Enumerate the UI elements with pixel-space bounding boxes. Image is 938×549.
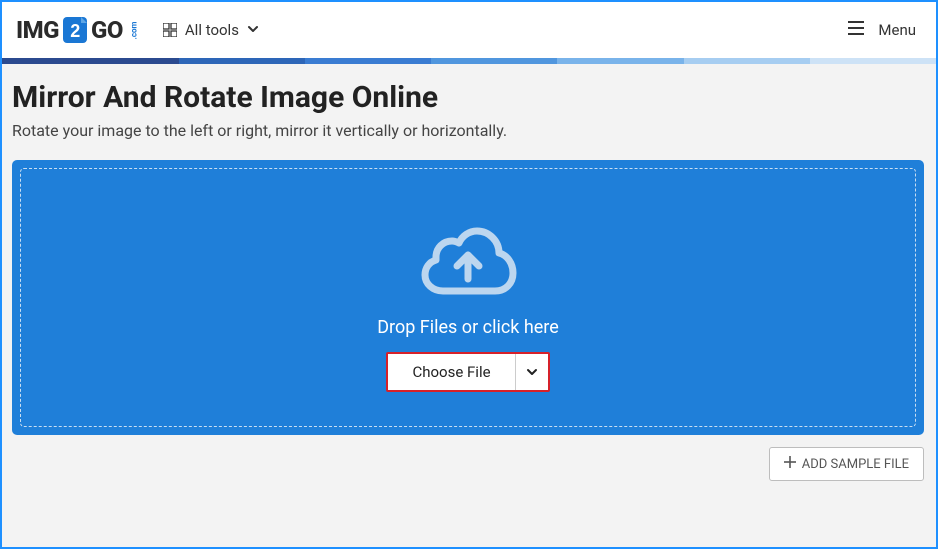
all-tools-menu[interactable]: All tools bbox=[163, 21, 259, 39]
add-sample-file-button[interactable]: ADD SAMPLE FILE bbox=[769, 447, 924, 481]
header-left: IMG 2 GO .com All tools bbox=[16, 15, 259, 45]
chevron-down-icon bbox=[247, 21, 259, 39]
drop-zone[interactable]: Drop Files or click here Choose File bbox=[20, 168, 916, 427]
hamburger-icon bbox=[848, 21, 864, 39]
drop-zone-text: Drop Files or click here bbox=[377, 317, 559, 338]
menu-button[interactable]: Menu bbox=[848, 21, 916, 39]
accent-stripe bbox=[2, 58, 936, 64]
choose-file-button[interactable]: Choose File bbox=[386, 352, 549, 392]
logo-two-icon: 2 bbox=[61, 15, 89, 45]
logo-part-go: GO bbox=[91, 16, 123, 44]
choose-file-label: Choose File bbox=[388, 354, 514, 390]
chevron-down-icon[interactable] bbox=[516, 354, 548, 390]
logo-part-img: IMG bbox=[16, 16, 59, 44]
page-title: Mirror And Rotate Image Online bbox=[12, 80, 924, 115]
svg-text:2: 2 bbox=[70, 21, 80, 41]
header: IMG 2 GO .com All tools bbox=[2, 2, 936, 58]
cloud-upload-icon bbox=[413, 219, 523, 305]
logo[interactable]: IMG 2 GO .com bbox=[16, 15, 143, 45]
grid-icon bbox=[163, 23, 177, 37]
all-tools-label: All tools bbox=[185, 21, 239, 39]
main-content: Mirror And Rotate Image Online Rotate yo… bbox=[2, 64, 936, 547]
plus-icon bbox=[784, 456, 796, 472]
add-sample-label: ADD SAMPLE FILE bbox=[802, 457, 909, 472]
logo-part-com: .com bbox=[129, 21, 138, 39]
drop-zone-container: Drop Files or click here Choose File bbox=[12, 160, 924, 435]
menu-label: Menu bbox=[878, 21, 916, 39]
page-subtitle: Rotate your image to the left or right, … bbox=[12, 121, 924, 140]
bottom-actions: ADD SAMPLE FILE bbox=[12, 435, 924, 481]
